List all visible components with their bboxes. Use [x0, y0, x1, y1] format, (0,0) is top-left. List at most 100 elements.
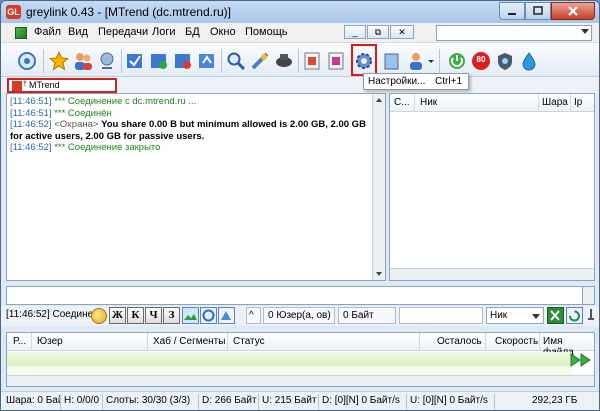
chat-scrollbar[interactable]	[372, 94, 385, 280]
water-drop-icon[interactable]	[519, 51, 539, 71]
title-bar: GL greylink 0.43 - [MTrend (dc.mtrend.ru…	[1, 1, 599, 23]
col-speed[interactable]: Скорость	[495, 336, 538, 347]
hub-tab-cube-icon	[12, 81, 22, 91]
col-status[interactable]: С...	[394, 97, 410, 108]
search-icon[interactable]	[226, 51, 246, 71]
network-stats-icon[interactable]	[97, 51, 117, 71]
connection-status: [11:46:52] Соединен	[6, 309, 99, 320]
col-share[interactable]: Шара	[542, 97, 568, 108]
notepad-icon[interactable]	[381, 51, 401, 71]
maximize-icon	[533, 6, 543, 15]
away-dropdown-icon[interactable]	[427, 51, 447, 71]
underline-button[interactable]: Ч	[145, 307, 162, 324]
away-status-icon[interactable]	[406, 51, 426, 71]
tooltip-shortcut: Ctrl+1	[435, 76, 462, 87]
tooltip-label: Настройки...	[368, 76, 426, 87]
col-hub-segments[interactable]: Хаб / Сегменты	[153, 336, 225, 347]
chevron-down-icon	[532, 314, 540, 319]
favorites-star-icon[interactable]	[49, 51, 69, 71]
message-input[interactable]	[6, 286, 586, 305]
chat-log[interactable]: [11:46:51] *** Соединение с dc.mtrend.ru…	[6, 93, 386, 281]
insert-image-icon[interactable]	[182, 307, 199, 324]
main-toolbar: 80	[1, 43, 599, 77]
transfer-list[interactable]: Р... Юзер Хаб / Сегменты Статус Осталось…	[6, 332, 595, 387]
user-filter-input[interactable]	[399, 307, 483, 324]
search-spy-icon[interactable]	[274, 51, 294, 71]
status-free-space: 292,23 ГБ	[532, 395, 578, 406]
filter-column-select[interactable]: Ник	[486, 307, 544, 324]
fast-forward-icon[interactable]	[570, 353, 592, 367]
open-own-list-icon[interactable]	[326, 51, 346, 71]
limit-shield-icon[interactable]	[495, 51, 515, 71]
chevron-down-icon	[581, 29, 589, 34]
mdi-close-button[interactable]: ✕	[390, 25, 414, 39]
open-filelist-icon[interactable]	[302, 51, 322, 71]
magnet-link-icon[interactable]	[200, 307, 217, 324]
col-remaining[interactable]: Осталось	[437, 336, 482, 347]
mdi-restore-button[interactable]: ⧉	[367, 25, 389, 39]
menu-db[interactable]: БД	[185, 26, 200, 38]
status-upload-speed: U: [0][N] 0 Байт/s	[407, 394, 495, 410]
hub-cube-icon	[15, 27, 27, 39]
colors-icon[interactable]	[218, 307, 235, 324]
message-input-scrollbar[interactable]	[582, 286, 595, 305]
adl-search-icon[interactable]	[250, 51, 270, 71]
limiter-badge-icon[interactable]: 80	[471, 51, 491, 71]
transfer-list-header: Р... Юзер Хаб / Сегменты Статус Осталось…	[7, 333, 594, 358]
finished-downloads-icon[interactable]	[149, 51, 169, 71]
pin-icon[interactable]	[585, 307, 597, 324]
col-status[interactable]: Статус	[233, 336, 265, 347]
maximize-button[interactable]	[525, 2, 551, 20]
strike-button[interactable]: З	[163, 307, 180, 324]
user-list-hscroll[interactable]	[390, 268, 594, 280]
hub-share-size: 0 Байт	[338, 307, 396, 324]
status-downloaded: D: 266 Байт	[199, 394, 259, 410]
menu-window[interactable]: Окно	[210, 26, 236, 38]
close-button[interactable]	[551, 2, 595, 20]
chat-line: [11:46:52] *** Соединение закрыто	[10, 142, 161, 153]
transfer-row[interactable]	[7, 352, 572, 366]
col-user[interactable]: Юзер	[37, 336, 63, 347]
status-share: Шара: 0 Бай	[3, 394, 61, 410]
refresh-icon[interactable]	[566, 307, 583, 324]
bold-button[interactable]: Ж	[109, 307, 126, 324]
menu-transfers[interactable]: Передачи	[98, 26, 148, 38]
menu-view[interactable]: Вид	[68, 26, 88, 38]
menu-logs[interactable]: Логи	[152, 26, 176, 38]
status-uploaded: U: 215 Байт	[259, 394, 319, 410]
menu-help[interactable]: Помощь	[245, 26, 288, 38]
status-hubs: Н: 0/0/0	[61, 394, 103, 410]
scroll-up-button[interactable]: ^	[246, 307, 261, 324]
status-download-speed: D: [0][N] 0 Байт/s	[319, 394, 407, 410]
window-title: greylink 0.43 - [MTrend (dc.mtrend.ru)]	[26, 5, 231, 19]
uploads-icon[interactable]	[173, 51, 193, 71]
settings-highlight	[351, 44, 377, 76]
col-r[interactable]: Р...	[13, 336, 26, 347]
user-list[interactable]: С... Ник Шара Ip	[389, 93, 595, 281]
transfer-list-hscroll[interactable]	[7, 375, 594, 386]
chat-line: [11:46:52] <Охрана> You share 0.00 B but…	[10, 119, 366, 142]
user-list-header: С... Ник Шара Ip	[390, 94, 594, 112]
settings-tooltip: Настройки... Ctrl+1	[363, 73, 469, 90]
italic-button[interactable]: К	[127, 307, 144, 324]
queue-icon[interactable]	[125, 51, 145, 71]
minimize-icon	[508, 13, 516, 15]
mdi-controls: _ ⧉ ✕	[344, 25, 415, 39]
export-excel-icon[interactable]	[547, 307, 564, 324]
col-ip[interactable]: Ip	[574, 97, 582, 108]
emoticon-smiley-icon[interactable]	[91, 308, 107, 324]
menu-file[interactable]: Файл	[34, 26, 61, 38]
status-bar: Шара: 0 Бай Н: 0/0/0 Слоты: 30/30 (3/3) …	[1, 391, 599, 410]
power-icon[interactable]	[447, 51, 467, 71]
chat-line: [11:46:51] *** Соединение с dc.mtrend.ru…	[10, 96, 197, 107]
users-count: 0 Юзер(а, ов)	[263, 307, 335, 324]
col-nick[interactable]: Ник	[420, 97, 437, 108]
reconnect-icon[interactable]	[17, 51, 37, 71]
hub-address-combo[interactable]	[436, 25, 592, 41]
mdi-minimize-button[interactable]: _	[344, 25, 366, 39]
minimize-button[interactable]	[499, 2, 525, 20]
users-icon[interactable]	[73, 51, 93, 71]
upload-queue-icon[interactable]	[197, 51, 217, 71]
hub-tab-mtrend[interactable]: † MTrend (dc.mtrend....	[7, 78, 117, 101]
app-window: GL greylink 0.43 - [MTrend (dc.mtrend.ru…	[0, 0, 600, 411]
